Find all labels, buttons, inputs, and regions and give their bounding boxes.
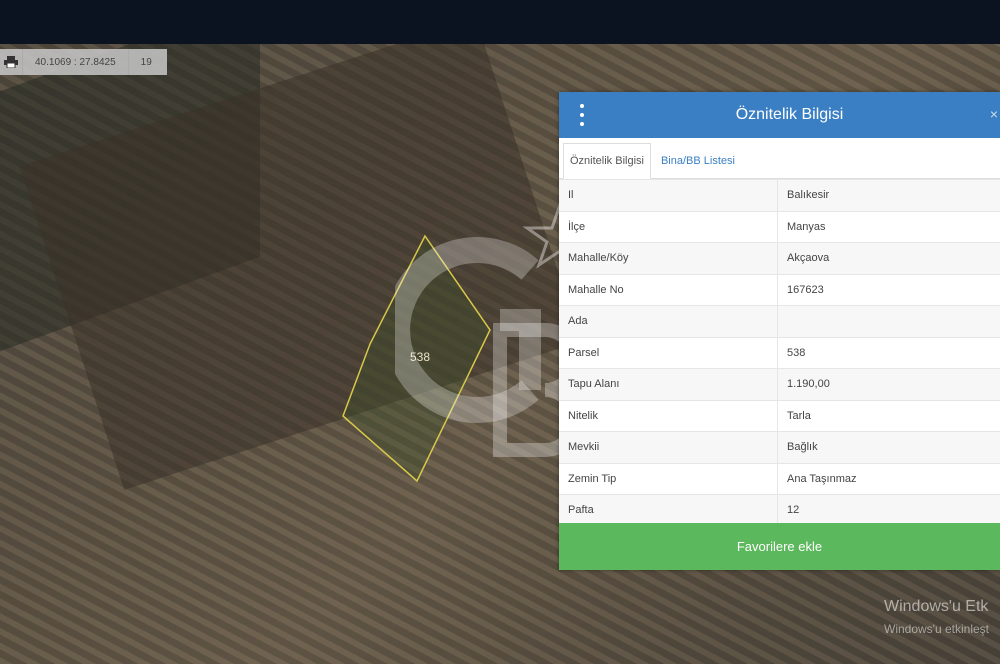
attr-value: Akçaova [777, 242, 1000, 274]
zoom-level: 19 [127, 49, 167, 75]
table-row: Zemin Tip Ana Taşınmaz [559, 462, 1000, 495]
tab-building-list[interactable]: Bina/BB Listesi [651, 144, 741, 178]
attr-value: Ana Taşınmaz [777, 462, 1000, 495]
attr-value: Bağlık [777, 431, 1000, 463]
coordinate-toolbar: 40.1069 : 27.8425 19 [0, 49, 167, 75]
attr-key: Mevkii [559, 431, 778, 463]
table-row: İlçe Manyas [559, 210, 1000, 243]
coordinate-readout: 40.1069 : 27.8425 [22, 49, 128, 75]
table-row: Mevkii Bağlık [559, 431, 1000, 463]
top-bar [0, 0, 1000, 44]
attr-key: Nitelik [559, 399, 778, 432]
attr-value: 167623 [777, 273, 1000, 306]
attr-key: Il [559, 179, 778, 211]
attr-key: Parsel [559, 336, 778, 369]
windows-activation-title: Windows'u Etk [884, 598, 989, 615]
attr-value: Tarla [777, 399, 1000, 432]
attr-key: İlçe [559, 210, 778, 243]
windows-activation-subtitle: Windows'u etkinleşt [884, 622, 989, 636]
panel-tabs: Öznitelik Bilgisi Bina/BB Listesi [559, 138, 1000, 179]
attr-key: Mahalle/Köy [559, 242, 778, 274]
attr-key: Tapu Alanı [559, 368, 778, 400]
panel-title: Öznitelik Bilgisi [735, 106, 844, 123]
attr-value: 12 [777, 494, 1000, 526]
table-row: Tapu Alanı 1.190,00 [559, 368, 1000, 400]
attr-value [777, 305, 1000, 337]
vertical-dots-icon[interactable] [575, 104, 589, 126]
table-row: Nitelik Tarla [559, 399, 1000, 432]
attr-value: Balıkesir [777, 179, 1000, 211]
close-icon[interactable]: × [990, 106, 998, 122]
printer-icon[interactable] [0, 49, 22, 75]
table-row: Ada [559, 305, 1000, 337]
attr-value: Manyas [777, 210, 1000, 243]
attr-key: Mahalle No [559, 273, 778, 306]
attr-key: Zemin Tip [559, 462, 778, 495]
attr-key: Ada [559, 305, 778, 337]
panel-header: Öznitelik Bilgisi × [559, 92, 1000, 138]
table-row: Parsel 538 [559, 336, 1000, 369]
table-row: Pafta 12 [559, 494, 1000, 526]
tab-attribute-info[interactable]: Öznitelik Bilgisi [563, 143, 651, 179]
table-row: Il Balıkesir [559, 179, 1000, 211]
table-row: Mahalle No 167623 [559, 273, 1000, 306]
attr-key: Pafta [559, 494, 778, 526]
attr-value: 538 [777, 336, 1000, 369]
table-row: Mahalle/Köy Akçaova [559, 242, 1000, 274]
attr-value: 1.190,00 [777, 368, 1000, 400]
add-to-favorites-button[interactable]: Favorilere ekle [559, 523, 1000, 570]
attribute-panel: Öznitelik Bilgisi × Öznitelik Bilgisi Bi… [559, 92, 1000, 570]
attribute-table: Il Balıkesir İlçe Manyas Mahalle/Köy Akçaov… [559, 179, 1000, 526]
